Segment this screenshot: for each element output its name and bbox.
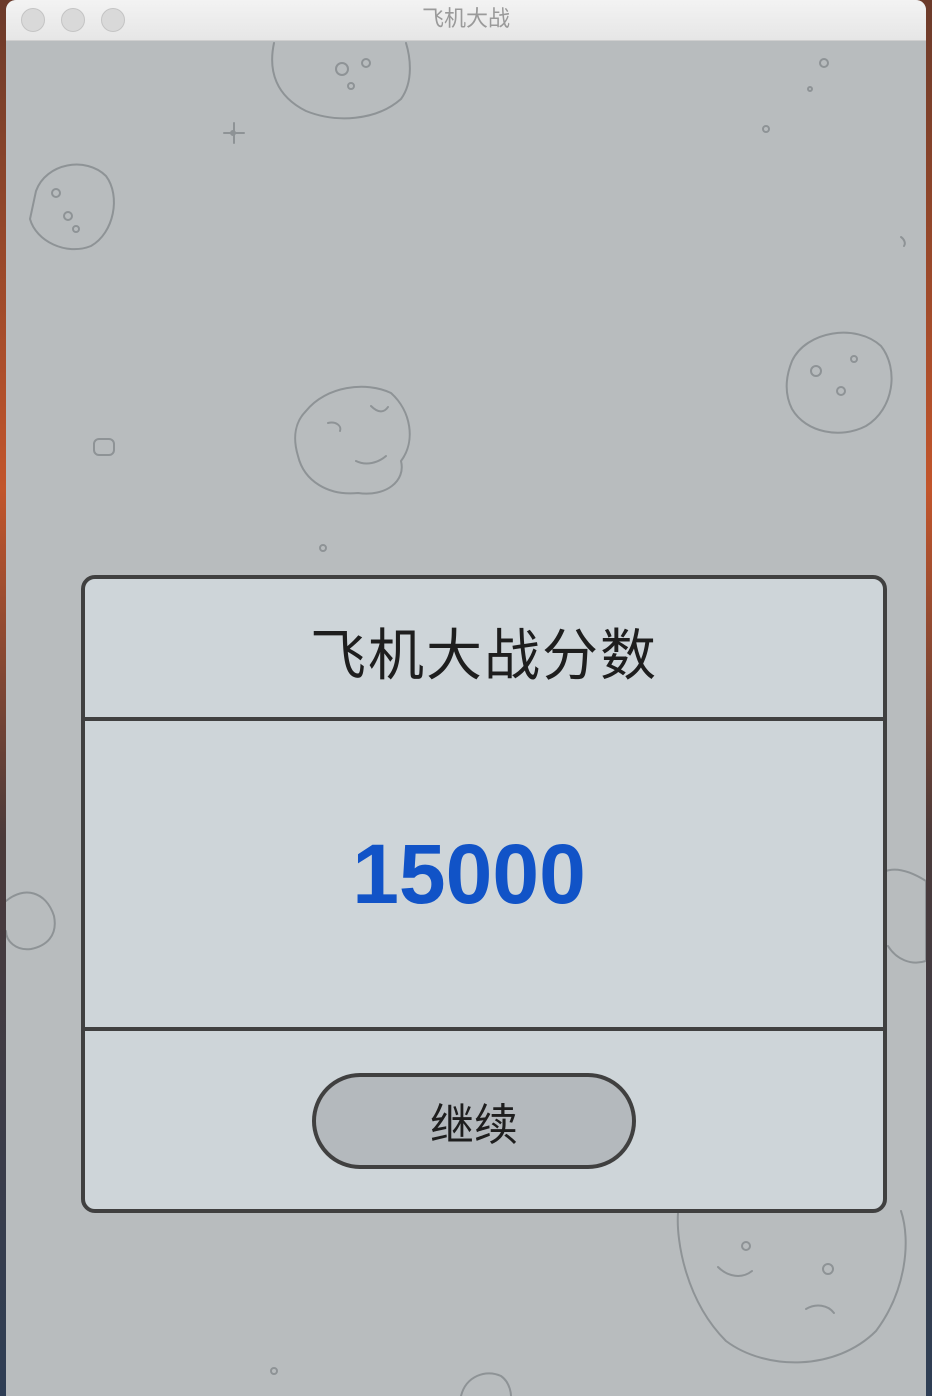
dialog-footer: 继续 xyxy=(85,1031,883,1209)
window-title: 飞机大战 xyxy=(421,7,510,32)
asteroid-shape xyxy=(6,891,56,951)
score-value: 15000 xyxy=(352,826,586,921)
asteroid-shape xyxy=(294,385,411,495)
score-dialog: 飞机大战分数 15000 继续 xyxy=(81,575,887,1213)
continue-button[interactable]: 继续 xyxy=(312,1073,636,1169)
asteroid-shape xyxy=(676,1210,907,1364)
dialog-body: 15000 xyxy=(85,721,883,1031)
game-window: 飞机大战 飞机大战分数 15000 继续 xyxy=(6,0,926,1396)
dialog-title: 飞机大战分数 xyxy=(310,623,658,689)
title-bar[interactable]: 飞机大战 xyxy=(6,0,926,41)
game-area[interactable]: 飞机大战分数 15000 继续 xyxy=(6,41,926,1396)
dialog-header: 飞机大战分数 xyxy=(85,579,883,721)
asteroid-shape xyxy=(29,163,115,251)
asteroid-shape xyxy=(271,42,411,120)
asteroid-shape xyxy=(785,331,893,434)
asteroid-shape xyxy=(460,1372,512,1396)
asteroid-shape xyxy=(885,868,926,964)
